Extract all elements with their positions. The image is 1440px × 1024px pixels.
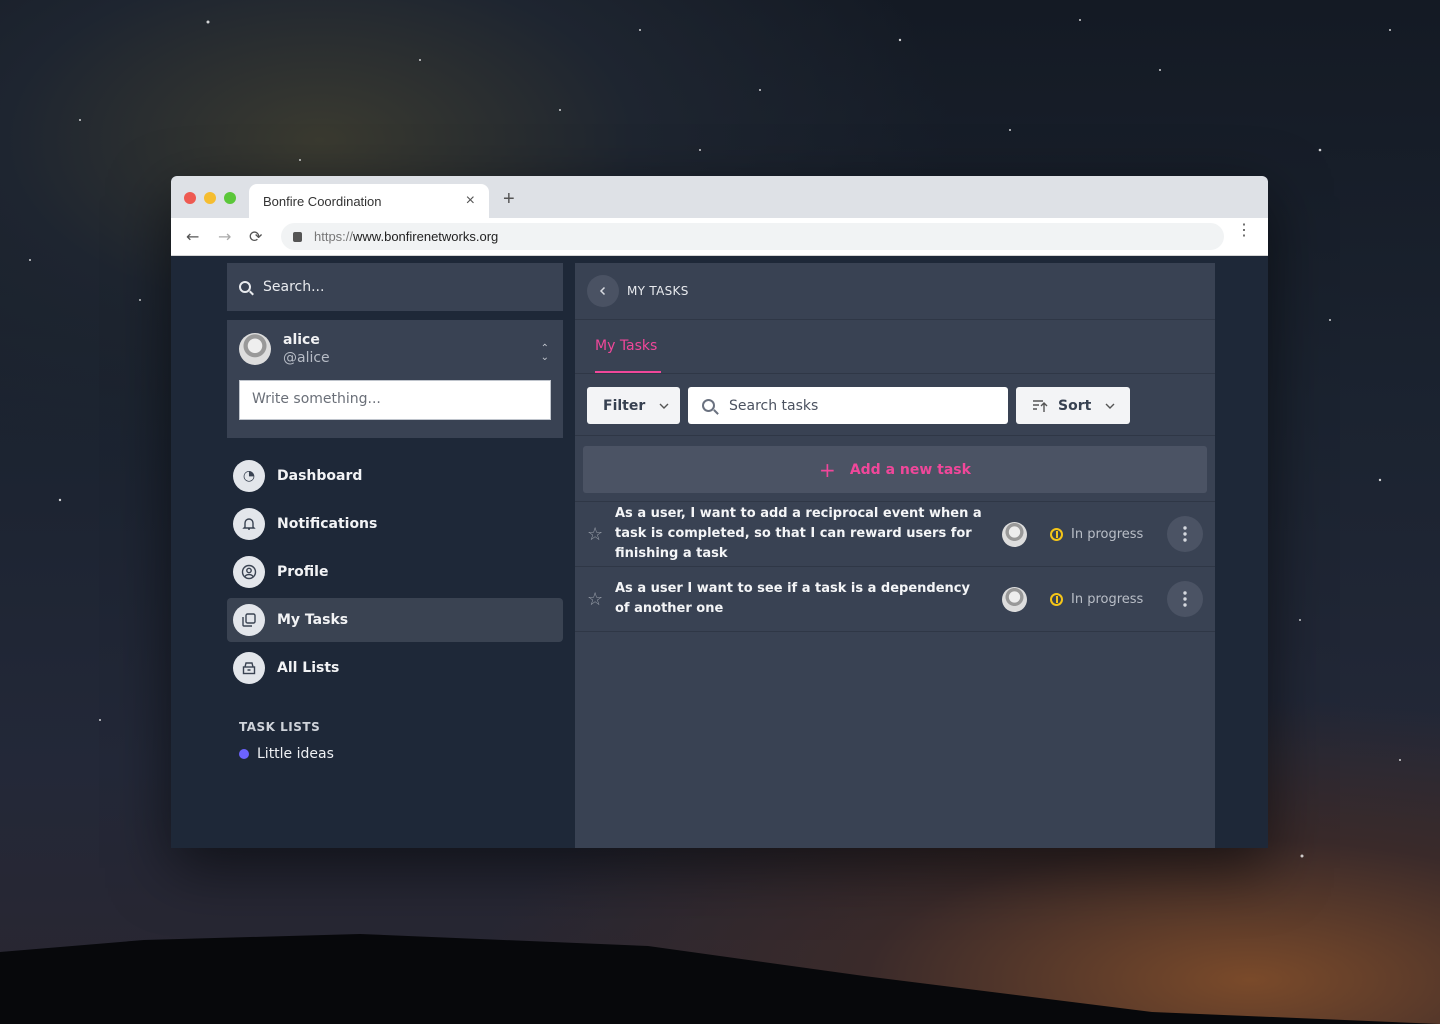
task-search-input[interactable]: Search tasks bbox=[688, 387, 1008, 424]
user-handle: @alice bbox=[283, 350, 330, 366]
status-badge[interactable]: In progress bbox=[1050, 527, 1143, 542]
url-host: www.bonfirenetworks.org bbox=[353, 229, 499, 244]
task-search-placeholder: Search tasks bbox=[729, 397, 819, 414]
main-panel: MY TASKS My Tasks Filter Search tasks So… bbox=[575, 263, 1215, 848]
task-row[interactable]: ☆ As a user, I want to add a reciprocal … bbox=[575, 502, 1215, 567]
list-color-dot bbox=[239, 749, 249, 759]
tasks-icon bbox=[233, 604, 265, 636]
minimize-window-button[interactable] bbox=[204, 192, 216, 204]
close-window-button[interactable] bbox=[184, 192, 196, 204]
back-button[interactable] bbox=[587, 275, 619, 307]
account-switcher-icon[interactable]: ⌃ ⌄ bbox=[541, 344, 549, 363]
dashboard-icon: ◔ bbox=[233, 460, 265, 492]
status-badge[interactable]: In progress bbox=[1050, 592, 1143, 607]
maximize-window-button[interactable] bbox=[224, 192, 236, 204]
task-title[interactable]: As a user I want to see if a task is a d… bbox=[615, 579, 987, 619]
address-bar: ← → ⟳ https://www.bonfirenetworks.org ⋮ bbox=[171, 218, 1268, 256]
browser-tab[interactable]: Bonfire Coordination × bbox=[249, 184, 489, 218]
sidebar-nav: ◔ Dashboard Notifications Profile My Tas… bbox=[227, 454, 563, 690]
sidebar-search-input[interactable]: Search... bbox=[227, 263, 563, 311]
app-area: Search... alice @alice ⌃ ⌄ Write somethin… bbox=[171, 256, 1268, 848]
new-tab-button[interactable]: + bbox=[503, 188, 515, 211]
sort-button[interactable]: Sort bbox=[1016, 387, 1130, 424]
tabs: My Tasks bbox=[575, 320, 1215, 374]
sidebar-item-all-lists[interactable]: All Lists bbox=[227, 646, 563, 690]
search-icon bbox=[239, 281, 251, 293]
lock-icon bbox=[293, 231, 302, 242]
sidebar-item-notifications[interactable]: Notifications bbox=[227, 502, 563, 546]
chevron-left-icon bbox=[599, 286, 606, 296]
user-card: alice @alice ⌃ ⌄ Write something... bbox=[227, 320, 563, 438]
sidebar-item-profile[interactable]: Profile bbox=[227, 550, 563, 594]
sidebar-item-label: Notifications bbox=[277, 516, 378, 532]
url-scheme: https:// bbox=[314, 229, 354, 244]
sidebar-item-my-tasks[interactable]: My Tasks bbox=[227, 598, 563, 642]
avatar[interactable] bbox=[239, 333, 271, 365]
ground-silhouette bbox=[0, 934, 1440, 1024]
in-progress-icon bbox=[1050, 592, 1063, 606]
back-arrow-icon[interactable]: ← bbox=[186, 227, 199, 246]
sidebar: Search... alice @alice ⌃ ⌄ Write somethin… bbox=[227, 263, 563, 762]
in-progress-icon bbox=[1050, 527, 1063, 541]
sidebar-item-label: All Lists bbox=[277, 660, 340, 676]
sidebar-item-label: My Tasks bbox=[277, 612, 349, 628]
tab-my-tasks[interactable]: My Tasks bbox=[595, 338, 657, 354]
search-icon bbox=[702, 399, 715, 412]
sort-label: Sort bbox=[1058, 397, 1092, 414]
add-task-button[interactable]: + Add a new task bbox=[583, 446, 1207, 493]
task-toolbar: Filter Search tasks Sort bbox=[575, 374, 1215, 436]
sort-icon bbox=[1033, 399, 1048, 412]
plus-icon: + bbox=[819, 457, 836, 482]
archive-icon bbox=[233, 652, 265, 684]
page-title: MY TASKS bbox=[627, 284, 689, 298]
vertical-dots-icon bbox=[1183, 526, 1187, 542]
browser-menu-icon[interactable]: ⋮ bbox=[1236, 223, 1252, 239]
chevron-down-icon bbox=[1105, 403, 1115, 409]
task-lists-heading: TASK LISTS bbox=[239, 720, 321, 734]
browser-tabbar: Bonfire Coordination × + bbox=[171, 176, 1268, 218]
task-row[interactable]: ☆ As a user I want to see if a task is a… bbox=[575, 567, 1215, 632]
assignee-avatar[interactable] bbox=[1002, 586, 1027, 612]
task-list-item[interactable]: Little ideas bbox=[239, 746, 563, 762]
more-options-button[interactable] bbox=[1167, 516, 1203, 552]
url-field[interactable]: https://www.bonfirenetworks.org bbox=[281, 223, 1224, 250]
filter-button[interactable]: Filter bbox=[587, 387, 680, 424]
star-icon[interactable]: ☆ bbox=[587, 524, 603, 545]
star-icon[interactable]: ☆ bbox=[587, 589, 603, 610]
sidebar-item-dashboard[interactable]: ◔ Dashboard bbox=[227, 454, 563, 498]
add-task-label: Add a new task bbox=[849, 461, 971, 478]
vertical-dots-icon bbox=[1183, 591, 1187, 607]
user-name: alice bbox=[283, 332, 320, 348]
browser-window: Bonfire Coordination × + ← → ⟳ https://w… bbox=[171, 176, 1268, 848]
sidebar-search-placeholder: Search... bbox=[263, 279, 325, 295]
status-label: In progress bbox=[1071, 591, 1144, 607]
window-controls bbox=[184, 192, 236, 204]
task-list-label: Little ideas bbox=[257, 746, 334, 762]
status-label: In progress bbox=[1071, 526, 1144, 542]
more-options-button[interactable] bbox=[1167, 581, 1203, 617]
reload-icon[interactable]: ⟳ bbox=[249, 227, 262, 246]
sidebar-item-label: Dashboard bbox=[277, 468, 363, 484]
task-title[interactable]: As a user, I want to add a reciprocal ev… bbox=[615, 504, 987, 564]
composer-input[interactable]: Write something... bbox=[239, 380, 551, 420]
filter-label: Filter bbox=[603, 397, 646, 414]
user-circle-icon bbox=[233, 556, 265, 588]
bell-icon bbox=[233, 508, 265, 540]
task-list: ☆ As a user, I want to add a reciprocal … bbox=[575, 501, 1215, 632]
forward-arrow-icon[interactable]: → bbox=[218, 227, 231, 246]
sidebar-item-label: Profile bbox=[277, 564, 329, 580]
composer-placeholder: Write something... bbox=[252, 391, 381, 407]
tab-underline bbox=[595, 371, 661, 373]
browser-tab-title: Bonfire Coordination bbox=[263, 193, 382, 209]
chevron-down-icon bbox=[659, 403, 669, 409]
assignee-avatar[interactable] bbox=[1002, 521, 1027, 547]
close-tab-icon[interactable]: × bbox=[466, 192, 475, 210]
main-header: MY TASKS bbox=[575, 263, 1215, 320]
